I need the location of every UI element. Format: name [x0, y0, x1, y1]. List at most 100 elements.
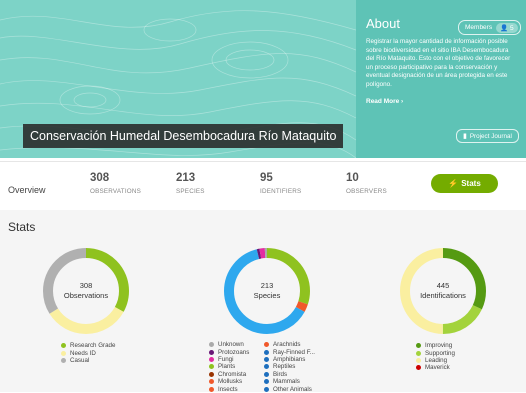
- stat-value: 213: [176, 172, 196, 184]
- legend-label: Fungi: [218, 355, 234, 363]
- stats-button-label: Stats: [461, 179, 481, 188]
- donut-center: 308 Observations: [41, 246, 131, 336]
- legend-item: Chromista: [209, 371, 249, 378]
- legend-swatch: [264, 356, 269, 362]
- legend-item: Mollusks: [209, 378, 249, 385]
- overview-label: Overview: [8, 185, 46, 195]
- stat-label: IDENTIFIERS: [260, 188, 302, 195]
- legend-label: Improving: [425, 342, 453, 350]
- legend-swatch: [209, 364, 214, 370]
- legend-item: Unknown: [209, 341, 249, 348]
- legend-label: Plants: [218, 363, 236, 371]
- legend-label: Ray-Finned F...: [273, 348, 315, 356]
- legend-label: Research Grade: [70, 342, 116, 350]
- legend-item: Protozoans: [209, 348, 250, 356]
- identifications-legend: Improving Supporting Leading Maverick: [416, 342, 455, 372]
- about-heading: About: [366, 16, 400, 31]
- legend-item: Improving: [416, 342, 455, 349]
- observers-stat[interactable]: 10 OBSERVERS: [346, 172, 387, 195]
- identifications-donut: 445 Identifications: [398, 246, 488, 336]
- user-icon: 👤: [500, 24, 509, 32]
- legend-label: Arachnids: [273, 341, 301, 349]
- legend-swatch: [61, 350, 66, 356]
- species-legend-col1: Unknown Protozoans Fungi Plants Chromista Mol…: [209, 341, 249, 393]
- legend-swatch: [209, 371, 214, 377]
- legend-item: Casual: [61, 357, 115, 364]
- legend-label: Needs ID: [70, 349, 96, 357]
- observations-stat[interactable]: 308 OBSERVATIONS: [90, 172, 141, 195]
- stat-value: 308: [90, 172, 110, 184]
- donut-value: 445: [436, 281, 450, 290]
- about-panel: About Members 👤 5 Registrar la mayor can…: [356, 0, 526, 158]
- identifiers-stat[interactable]: 95 IDENTIFIERS: [260, 172, 301, 195]
- legend-swatch: [209, 342, 214, 348]
- legend-swatch: [264, 379, 269, 385]
- header-divider: [0, 161, 526, 162]
- legend-label: Mollusks: [218, 378, 243, 386]
- legend-swatch: [264, 386, 269, 392]
- legend-label: Supporting: [425, 349, 455, 357]
- legend-swatch: [416, 350, 421, 356]
- legend-item: Birds: [264, 371, 315, 378]
- legend-item: Supporting: [416, 349, 455, 357]
- legend-swatch: [61, 343, 66, 349]
- legend-swatch: [209, 379, 214, 385]
- stat-value: 95: [260, 172, 273, 184]
- legend-item: Leading: [416, 357, 455, 364]
- book-icon: ▮: [463, 133, 467, 140]
- project-header: Conservación Humedal Desembocadura Río M…: [0, 0, 526, 158]
- legend-label: Mammals: [273, 378, 300, 386]
- members-label: Members: [465, 24, 493, 31]
- donut-label: Species: [253, 291, 281, 300]
- observations-donut: 308 Observations: [41, 246, 131, 336]
- legend-swatch: [209, 349, 214, 355]
- legend-label: Unknown: [218, 341, 244, 349]
- legend-swatch: [209, 356, 214, 362]
- legend-label: Insects: [218, 385, 238, 393]
- stat-label: OBSERVATIONS: [90, 188, 142, 195]
- legend-label: Leading: [425, 356, 448, 364]
- legend-label: Reptiles: [273, 363, 296, 371]
- legend-swatch: [264, 371, 269, 377]
- donut-label: Identifications: [420, 291, 466, 300]
- legend-item: Maverick: [416, 364, 455, 371]
- legend-item: Needs ID: [61, 349, 115, 357]
- species-stat[interactable]: 213 SPECIES: [176, 172, 205, 195]
- legend-label: Chromista: [218, 370, 247, 378]
- members-count-badge: 👤 5: [496, 22, 518, 33]
- legend-item: Mammals: [264, 378, 315, 385]
- stats-heading: Stats: [8, 220, 36, 234]
- journal-label: Project Journal: [469, 132, 512, 140]
- donut-value: 213: [260, 281, 274, 290]
- legend-swatch: [416, 365, 421, 371]
- legend-swatch: [61, 357, 66, 363]
- legend-label: Other Animals: [273, 385, 312, 393]
- legend-label: Maverick: [425, 364, 450, 372]
- legend-swatch: [416, 357, 421, 363]
- donut-value: 308: [79, 281, 93, 290]
- donut-label: Observations: [63, 291, 109, 300]
- legend-item: Research Grade: [61, 342, 115, 349]
- lightning-icon: ⚡: [448, 179, 459, 188]
- legend-item: Plants: [209, 363, 249, 370]
- legend-label: Amphibians: [273, 355, 306, 363]
- stat-label: OBSERVERS: [346, 188, 387, 195]
- legend-swatch: [416, 343, 421, 349]
- legend-swatch: [264, 364, 269, 370]
- legend-swatch: [264, 342, 269, 348]
- legend-label: Protozoans: [218, 348, 250, 356]
- read-more-link[interactable]: Read More ›: [366, 98, 403, 105]
- project-journal-button[interactable]: ▮ Project Journal: [456, 129, 519, 143]
- donut-center: 445 Identifications: [398, 246, 488, 336]
- observations-legend: Research Grade Needs ID Casual: [61, 342, 115, 364]
- legend-swatch: [264, 349, 269, 355]
- stat-label: SPECIES: [176, 188, 205, 195]
- legend-item: Fungi: [209, 356, 249, 363]
- stats-button[interactable]: ⚡ Stats: [431, 174, 498, 193]
- species-donut: 213 Species: [222, 246, 312, 336]
- about-description: Registrar la mayor cantidad de informaci…: [366, 38, 511, 88]
- donut-center: 213 Species: [222, 246, 312, 336]
- legend-label: Birds: [273, 370, 288, 378]
- members-button[interactable]: Members 👤 5: [458, 20, 521, 35]
- legend-label: Casual: [70, 356, 90, 364]
